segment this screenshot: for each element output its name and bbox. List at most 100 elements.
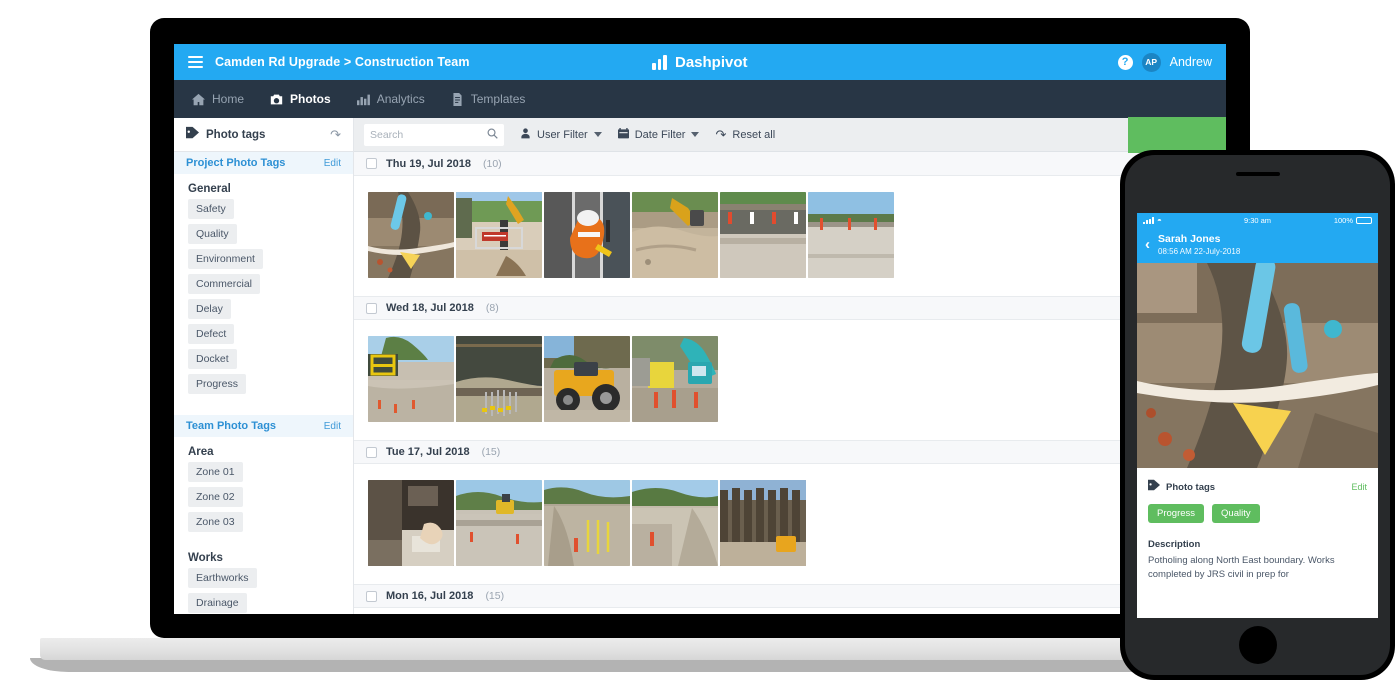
app-navbar: Home Photos Analytics Templates	[174, 80, 1226, 118]
question-mark-icon[interactable]: ?	[1117, 54, 1133, 70]
edit-link[interactable]: Edit	[324, 158, 341, 169]
tag-pill[interactable]: Drainage	[188, 593, 247, 613]
tag-pill[interactable]: Progress	[188, 374, 247, 394]
photo-thumbnail[interactable]	[632, 192, 718, 278]
tag-pill[interactable]: Earthworks	[188, 568, 257, 588]
chart-icon	[356, 93, 370, 106]
undo-icon[interactable]: ↷	[330, 127, 341, 143]
tag-list-general: Safety Quality Environment Commercial De…	[174, 199, 353, 405]
photo-thumbnail[interactable]	[368, 192, 454, 278]
nav-item-templates[interactable]: Templates	[451, 92, 525, 106]
photo-thumbnail[interactable]	[632, 336, 718, 422]
phone-tags-title: Photo tags	[1166, 481, 1216, 493]
thumbnail-row	[354, 464, 1226, 584]
select-all-checkbox[interactable]	[366, 590, 377, 602]
camera-icon	[270, 93, 283, 106]
photo-timestamp: 08:56 AM 22-July-2018	[1158, 247, 1241, 256]
date-count: (15)	[485, 590, 505, 602]
thumbnail-row	[354, 320, 1226, 440]
tag-pill[interactable]: Docket	[188, 349, 237, 369]
sidebar-group-project-photo-tags: Project Photo Tags Edit	[174, 152, 353, 174]
photo-thumbnail[interactable]	[368, 336, 454, 422]
chevron-left-icon[interactable]: ‹	[1145, 237, 1150, 252]
photo-thumbnail[interactable]	[456, 336, 542, 422]
avatar[interactable]: AP	[1141, 52, 1161, 72]
phone-device: ◓ 9:30 am 100% ‹ Sarah Jones 08:56 AM 22…	[1120, 150, 1395, 680]
date-group-header[interactable]: Mon 16, Jul 2018 (15)	[354, 584, 1226, 608]
photo-thumbnail[interactable]	[720, 480, 806, 566]
nav-item-home[interactable]: Home	[192, 92, 244, 106]
phone-speaker	[1235, 172, 1280, 176]
phone-description-text: Potholing along North East boundary. Wor…	[1148, 555, 1335, 580]
tag-pill[interactable]: Environment	[188, 249, 263, 269]
person-icon	[520, 127, 531, 142]
chevron-down-icon	[593, 132, 602, 137]
phone-photo-viewer[interactable]	[1137, 263, 1378, 468]
date-label: Tue 17, Jul 2018	[386, 446, 470, 458]
date-label: Wed 18, Jul 2018	[386, 302, 474, 314]
phone-home-button[interactable]	[1238, 626, 1277, 664]
photo-list[interactable]: Thu 19, Jul 2018 (10) Wed 18, Jul 2018 (…	[354, 152, 1226, 614]
topbar-left: Camden Rd Upgrade > Construction Team	[188, 53, 470, 71]
add-photos-button[interactable]	[1128, 117, 1226, 153]
tag-pill[interactable]: Zone 01	[188, 462, 243, 482]
select-all-checkbox[interactable]	[366, 158, 377, 169]
search-icon[interactable]	[487, 126, 498, 144]
thumbnail-row	[354, 176, 1226, 296]
tag-pill[interactable]: Defect	[188, 324, 235, 344]
sidebar-section-general: General	[188, 183, 231, 195]
app-body: Photo tags ↷ Project Photo Tags Edit Gen…	[174, 117, 1226, 614]
phone-tag-progress[interactable]: Progress	[1148, 504, 1205, 523]
date-group-header[interactable]: Tue 17, Jul 2018 (15)	[354, 440, 1226, 464]
tag-pill[interactable]: Safety	[188, 199, 234, 219]
select-all-checkbox[interactable]	[366, 446, 377, 458]
date-group-header[interactable]: Thu 19, Jul 2018 (10)	[354, 152, 1226, 176]
photo-thumbnail[interactable]	[544, 192, 630, 278]
sidebar-section-area: Area	[188, 446, 214, 458]
phone-tag-quality[interactable]: Quality	[1212, 504, 1260, 523]
user-name[interactable]: Andrew	[1170, 55, 1212, 69]
user-filter-button[interactable]: User Filter	[520, 127, 602, 142]
photo-thumbnail[interactable]	[544, 336, 630, 422]
photo-thumbnail[interactable]	[456, 480, 542, 566]
date-label: Mon 16, Jul 2018	[386, 590, 474, 602]
photo-thumbnail[interactable]	[720, 192, 806, 278]
tag-pill[interactable]: Quality	[188, 224, 237, 244]
phone-header-text: Sarah Jones 08:56 AM 22-July-2018	[1158, 233, 1240, 256]
tag-list-area: Zone 01 Zone 02 Zone 03	[174, 462, 353, 543]
search-input[interactable]	[370, 128, 483, 141]
tag-pill[interactable]: Delay	[188, 299, 231, 319]
select-all-checkbox[interactable]	[366, 302, 377, 314]
photo-thumbnail[interactable]	[544, 480, 630, 566]
search-input-wrapper[interactable]	[364, 123, 504, 146]
reset-all-button[interactable]: ↷ Reset all	[715, 127, 775, 143]
date-filter-button[interactable]: Date Filter	[617, 127, 700, 142]
sidebar-group-title: Team Photo Tags	[186, 420, 277, 432]
sidebar-group-title: Project Photo Tags	[186, 157, 286, 169]
tag-pill[interactable]: Commercial	[188, 274, 261, 294]
laptop-device: Camden Rd Upgrade > Construction Team Da…	[150, 18, 1250, 638]
brand-name: Dashpivot	[674, 53, 748, 71]
edit-link[interactable]: Edit	[324, 421, 341, 432]
sidebar-header: Photo tags ↷	[174, 118, 353, 152]
nav-item-analytics[interactable]: Analytics	[356, 92, 425, 106]
nav-item-photos[interactable]: Photos	[270, 92, 331, 106]
screenshot-stage: Camden Rd Upgrade > Construction Team Da…	[0, 0, 1400, 700]
phone-edit-link[interactable]: Edit	[1351, 482, 1367, 492]
laptop-screen: Camden Rd Upgrade > Construction Team Da…	[174, 44, 1226, 614]
tag-pill[interactable]: Zone 03	[188, 512, 243, 532]
breadcrumb[interactable]: Camden Rd Upgrade > Construction Team	[215, 55, 470, 69]
photo-thumbnail[interactable]	[456, 192, 542, 278]
photo-thumbnail[interactable]	[368, 480, 454, 566]
date-group-header[interactable]: Wed 18, Jul 2018 (8)	[354, 296, 1226, 320]
tag-pill[interactable]: Zone 02	[188, 487, 243, 507]
phone-tags-header: Photo tags Edit	[1148, 478, 1367, 496]
phone-status-bar: ◓ 9:30 am 100%	[1137, 213, 1378, 227]
hamburger-icon[interactable]	[188, 53, 203, 71]
photo-thumbnail[interactable]	[808, 192, 894, 278]
phone-screen: ◓ 9:30 am 100% ‹ Sarah Jones 08:56 AM 22…	[1137, 213, 1378, 618]
status-clock: 9:30 am	[1243, 215, 1272, 225]
date-filter-label: Date Filter	[634, 128, 686, 141]
photo-thumbnail[interactable]	[632, 480, 718, 566]
date-count: (10)	[482, 157, 502, 170]
